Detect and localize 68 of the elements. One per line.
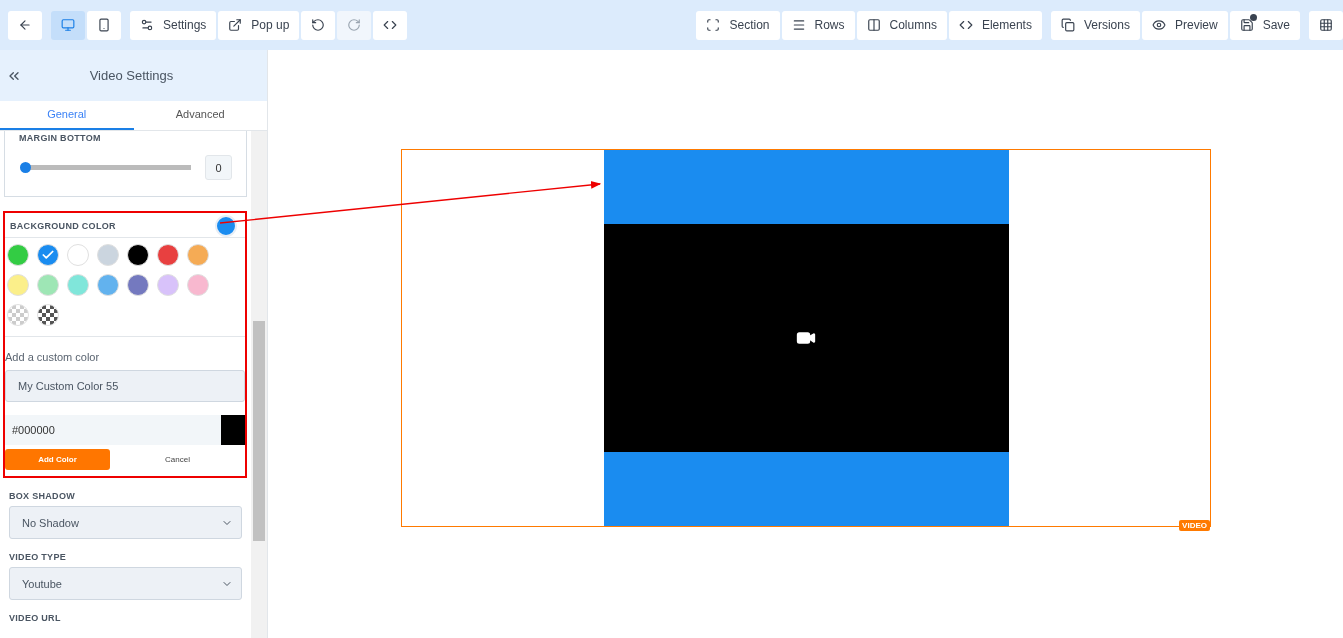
phone-button[interactable] <box>87 10 121 40</box>
field-label: BOX SHADOW <box>9 491 76 501</box>
toolbar-button[interactable]: Section <box>696 10 780 40</box>
code-icon <box>958 18 973 32</box>
tab[interactable]: General <box>0 101 134 130</box>
field-label: MARGIN BOTTOM <box>19 132 102 143</box>
toolbar-button[interactable]: Elements <box>948 10 1042 40</box>
rows-icon <box>791 18 806 32</box>
toolbar-button[interactable]: Save <box>1229 10 1300 40</box>
tab[interactable]: Advanced <box>133 101 267 130</box>
monitor-button[interactable] <box>51 10 85 40</box>
undo-button[interactable] <box>301 10 336 40</box>
scrollbar[interactable] <box>251 131 267 638</box>
eye-icon <box>1151 18 1166 32</box>
color-swatch[interactable] <box>97 244 119 266</box>
hex-input[interactable]: #000000 <box>5 415 245 445</box>
color-swatch[interactable] <box>67 274 89 296</box>
redo-icon <box>347 18 362 32</box>
check-icon <box>41 248 55 262</box>
monitor-icon <box>61 18 75 32</box>
color-swatch[interactable] <box>187 274 209 296</box>
custom-color-label: Add a custom color <box>5 351 101 363</box>
save-icon <box>1239 18 1254 32</box>
color-name-input[interactable]: My Custom Color 55 <box>5 370 245 402</box>
back-arrow-button[interactable] <box>8 10 42 40</box>
dropdown[interactable]: Youtube <box>9 567 242 600</box>
external-link-icon <box>228 18 243 32</box>
unsaved-dot <box>1249 13 1257 21</box>
undo-icon <box>311 18 326 32</box>
current-color-swatch[interactable] <box>215 215 237 237</box>
toolbar-button[interactable]: Pop up <box>218 10 300 40</box>
cancel-button[interactable]: Cancel <box>110 449 245 470</box>
columns-icon <box>866 18 881 32</box>
grid-icon <box>1319 18 1333 32</box>
dropdown[interactable]: No Shadow <box>9 506 242 539</box>
field-label: BACKGROUND COLOR <box>10 221 116 231</box>
color-swatch[interactable] <box>67 244 89 266</box>
color-swatch[interactable] <box>37 244 59 266</box>
color-swatch[interactable] <box>37 274 59 296</box>
code-button[interactable] <box>373 10 408 40</box>
toolbar-button[interactable]: Rows <box>781 10 855 40</box>
panel-title: Video Settings <box>88 68 175 83</box>
code-icon <box>383 18 398 32</box>
color-swatch[interactable] <box>157 274 179 296</box>
field-label: VIDEO URL <box>9 613 62 623</box>
color-swatch[interactable] <box>7 244 29 266</box>
slider-thumb[interactable] <box>20 162 31 173</box>
scrollbar-thumb[interactable] <box>253 321 265 541</box>
color-swatch[interactable] <box>127 244 149 266</box>
copies-icon <box>1060 18 1075 32</box>
color-swatch[interactable] <box>127 274 149 296</box>
toolbar-button[interactable]: Settings <box>130 10 217 40</box>
number-input[interactable]: 0 <box>205 155 232 180</box>
toolbar-button[interactable]: Preview <box>1141 10 1228 40</box>
color-swatch[interactable] <box>37 304 59 326</box>
grid-button[interactable] <box>1309 10 1343 40</box>
toolbar-button[interactable]: Columns <box>856 10 947 40</box>
color-swatch[interactable] <box>97 274 119 296</box>
toolbar-button[interactable]: Versions <box>1050 10 1140 40</box>
color-swatch[interactable] <box>187 244 209 266</box>
color-swatch[interactable] <box>7 274 29 296</box>
element-tag: VIDEO <box>1179 520 1210 531</box>
frame-corners-icon <box>706 18 721 32</box>
field-label: VIDEO TYPE <box>9 552 67 562</box>
phone-icon <box>97 18 111 32</box>
color-swatch[interactable] <box>7 304 29 326</box>
color-swatch[interactable] <box>157 244 179 266</box>
hex-color-preview <box>221 415 245 445</box>
